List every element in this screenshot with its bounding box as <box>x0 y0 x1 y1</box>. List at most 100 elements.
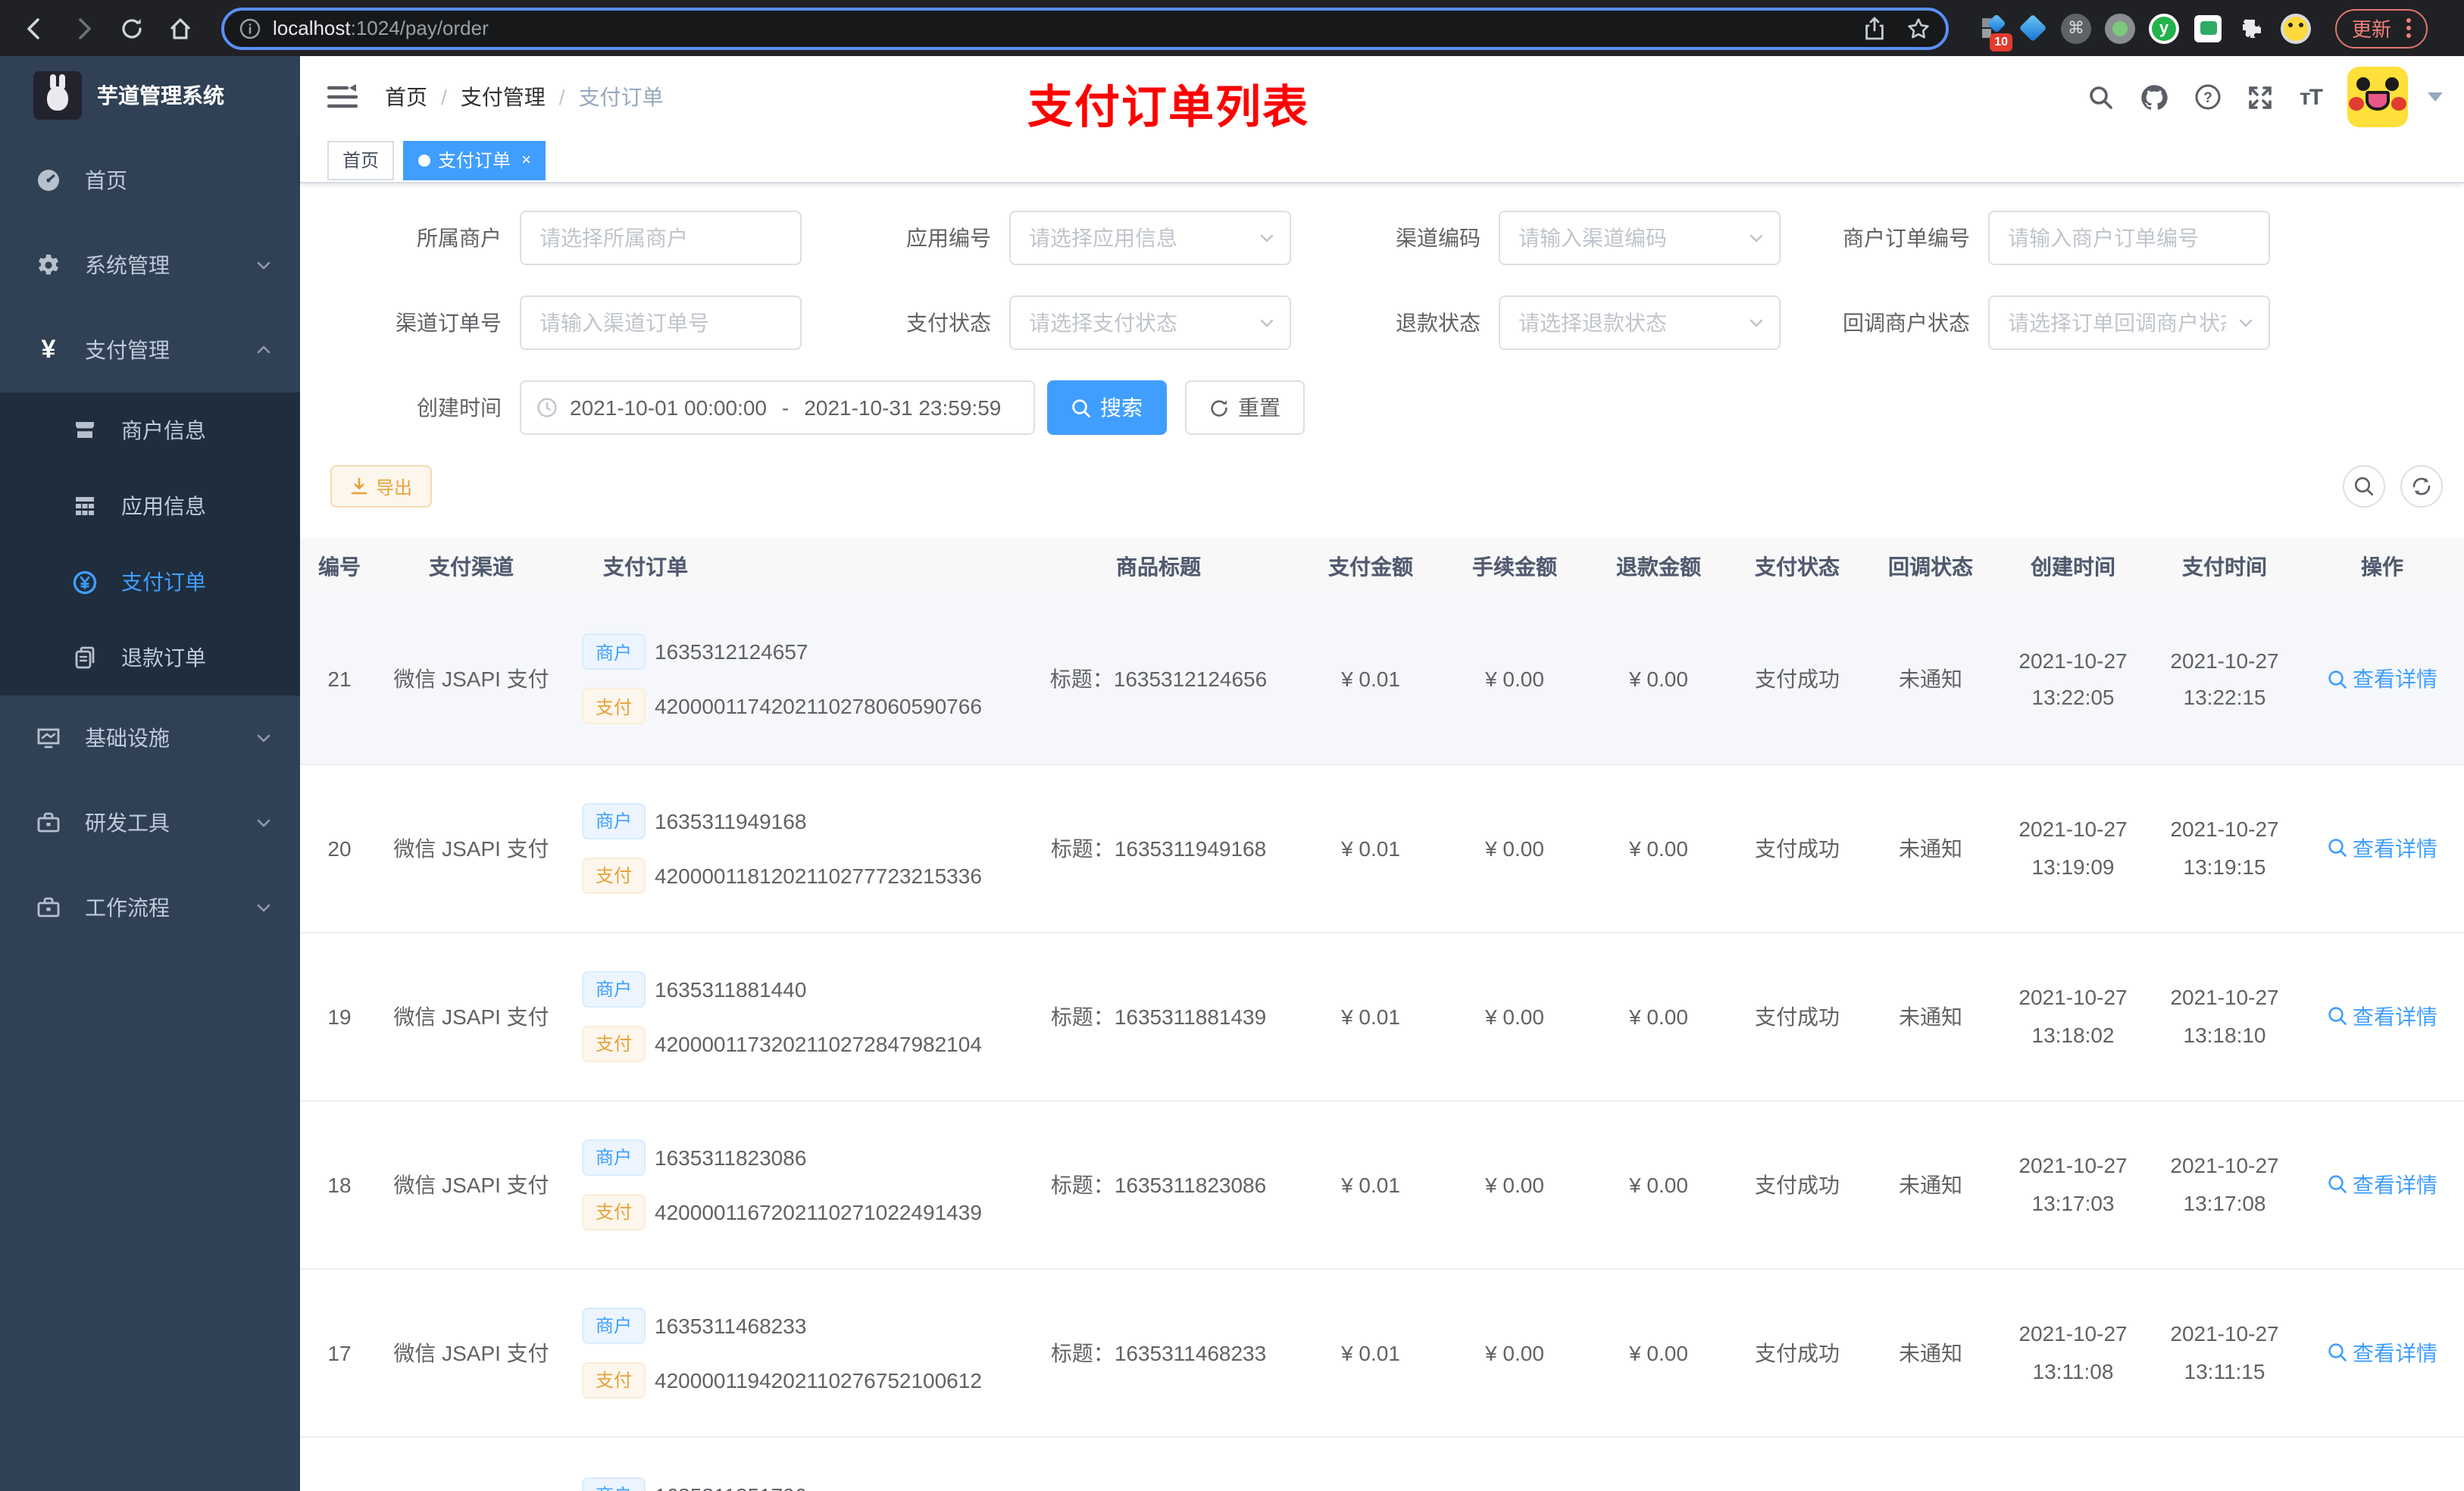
cell-amount: ¥ 0.01 <box>1299 1268 1443 1437</box>
cell-notify: 未通知 <box>1864 764 1997 933</box>
sidebar-item-pay[interactable]: ¥ 支付管理 <box>0 308 300 392</box>
table-row: 18 微信 JSAPI 支付 商户 1635311823086 支付 4200001… <box>300 1100 2464 1269</box>
cell-amount: ¥ 0.01 <box>1299 1100 1443 1269</box>
search-icon[interactable] <box>2089 84 2115 110</box>
avatar-caret-icon[interactable] <box>2428 92 2443 102</box>
browser-reload-button[interactable] <box>112 8 152 48</box>
view-detail-link[interactable]: 查看详情 <box>2327 833 2437 863</box>
view-detail-link[interactable]: 查看详情 <box>2327 1169 2437 1199</box>
extension-chat-icon[interactable] <box>2193 13 2223 43</box>
view-detail-link[interactable]: 查看详情 <box>2327 1337 2437 1368</box>
refund-status-select[interactable] <box>1500 311 1779 335</box>
tag-label: 支付订单 <box>438 150 511 171</box>
share-icon[interactable] <box>1864 16 1885 40</box>
sidebar-item-workflow[interactable]: 工作流程 <box>0 865 300 950</box>
sidebar-item-home[interactable]: 首页 <box>0 138 300 223</box>
sidebar-item-pay-order[interactable]: 支付订单 <box>0 544 300 620</box>
browser-home-button[interactable] <box>161 8 200 48</box>
sidebar-item-refund-order[interactable]: 退款订单 <box>0 620 300 695</box>
pay-tag: 支付 <box>582 688 646 725</box>
breadcrumb-current: 支付订单 <box>578 85 664 109</box>
app-select[interactable] <box>1011 226 1290 250</box>
cell-paid: 2021-10-27 13:22:15 <box>2149 595 2300 764</box>
tag-close-icon[interactable]: × <box>521 151 531 169</box>
tag-pay-order[interactable]: 支付订单 × <box>403 140 546 180</box>
view-detail-link[interactable]: 查看详情 <box>2327 1001 2437 1031</box>
cell-id: 18 <box>300 1100 379 1269</box>
cell-notify: 未通知 <box>1864 1268 1997 1437</box>
help-icon[interactable]: ? <box>2195 83 2222 111</box>
extensions-puzzle-icon[interactable] <box>2237 13 2267 43</box>
breadcrumb-pay[interactable]: 支付管理 <box>461 82 546 112</box>
cell-notify: 未通知 <box>1864 595 1997 764</box>
view-detail-link[interactable]: 查看详情 <box>2327 664 2437 695</box>
extension-emoji-icon[interactable] <box>2281 13 2311 43</box>
refresh-button[interactable] <box>2400 465 2443 508</box>
breadcrumb-home[interactable]: 首页 <box>385 82 427 112</box>
sidebar-item-devtools[interactable]: 研发工具 <box>0 780 300 865</box>
export-button[interactable]: 导出 <box>330 465 433 508</box>
cell-title: 标题：1635311949168 <box>1018 764 1299 933</box>
sidebar-item-infra[interactable]: 基础设施 <box>0 695 300 780</box>
github-icon[interactable] <box>2140 83 2169 111</box>
sidebar-logo[interactable]: 芋道管理系统 <box>0 56 300 135</box>
search-icon <box>2328 1175 2346 1193</box>
col-channel: 支付渠道 <box>379 538 564 595</box>
table-row: 19 微信 JSAPI 支付 商户 1635311881440 支付 4200001… <box>300 932 2464 1101</box>
date-end: 2021-10-31 23:59:59 <box>804 395 1002 420</box>
browser-back-button[interactable] <box>15 8 55 48</box>
reset-button[interactable]: 重置 <box>1185 380 1305 435</box>
browser-forward-button[interactable] <box>64 8 103 48</box>
channel-order-input[interactable] <box>521 311 800 335</box>
cell-channel: 微信 JSAPI 支付 <box>379 1100 564 1269</box>
search-button[interactable]: 搜索 <box>1047 380 1167 435</box>
sidebar-item-app-info[interactable]: 应用信息 <box>0 468 300 544</box>
extension-command-icon[interactable]: ⌘ <box>2061 13 2091 43</box>
create-time-range-picker[interactable]: 2021-10-01 00:00:00 - 2021-10-31 23:59:5… <box>520 380 1035 435</box>
tag-home[interactable]: 首页 <box>327 140 395 180</box>
toggle-search-button[interactable] <box>2343 465 2385 508</box>
extension-kite-icon[interactable] <box>2017 13 2047 43</box>
pay-status-select[interactable] <box>1011 311 1290 335</box>
extension-y-icon[interactable]: y <box>2149 13 2179 43</box>
cell-amount: ¥ 0.01 <box>1299 764 1443 933</box>
merchant-order-input[interactable] <box>1990 226 2269 250</box>
col-id: 编号 <box>300 538 379 595</box>
cell-refund: ¥ 0.00 <box>1587 1100 1731 1269</box>
avatar[interactable] <box>2347 67 2408 127</box>
merchant-input[interactable] <box>521 226 800 250</box>
channel-code-select[interactable] <box>1500 226 1779 250</box>
font-size-icon[interactable]: ᴛT <box>2300 84 2323 110</box>
gear-icon <box>36 253 61 277</box>
search-icon <box>2354 477 2374 496</box>
url-path: :1024/pay/order <box>350 17 489 39</box>
col-fee: 手续金额 <box>1443 538 1587 595</box>
sidebar-item-label: 研发工具 <box>85 811 170 835</box>
filter-label: 支付状态 <box>906 311 991 335</box>
sidebar-collapse-icon[interactable] <box>327 83 358 111</box>
extension-grid-icon[interactable]: 10 <box>1973 13 2012 51</box>
col-refund: 退款金额 <box>1587 538 1731 595</box>
browser-menu-icon[interactable] <box>2406 18 2412 38</box>
cell-fee: ¥ 0.00 <box>1443 1268 1587 1437</box>
site-info-icon[interactable] <box>239 17 261 39</box>
notify-status-select[interactable] <box>1990 311 2269 335</box>
search-icon <box>2328 1343 2346 1361</box>
browser-update-button[interactable]: 更新 <box>2335 8 2428 48</box>
cell-created: 2021-10-27 13:11:08 <box>1997 1268 2149 1437</box>
cell-title: 标题：1635311468233 <box>1018 1268 1299 1437</box>
cell-id: 17 <box>300 1268 379 1437</box>
table-row: 17 微信 JSAPI 支付 商户 1635311468233 支付 4200001… <box>300 1268 2464 1437</box>
url-bar[interactable]: localhost:1024/pay/order <box>221 7 1949 49</box>
cell-status: 支付成功 <box>1731 932 1864 1101</box>
sidebar-item-system[interactable]: 系统管理 <box>0 223 300 308</box>
orders-table: 编号 支付渠道 支付订单 商品标题 支付金额 手续金额 退款金额 支付状态 回调… <box>300 538 2464 1491</box>
page-title: 支付订单列表 <box>1027 83 1309 133</box>
sidebar-item-merchant-info[interactable]: 商户信息 <box>0 392 300 468</box>
bookmark-star-icon[interactable] <box>1906 16 1931 40</box>
merchant-order-no: 1635311949168 <box>655 808 807 833</box>
cell-id: 21 <box>300 595 379 764</box>
extension-record-icon[interactable] <box>2105 13 2135 43</box>
fullscreen-icon[interactable] <box>2248 84 2274 110</box>
date-separator: - <box>782 395 790 420</box>
